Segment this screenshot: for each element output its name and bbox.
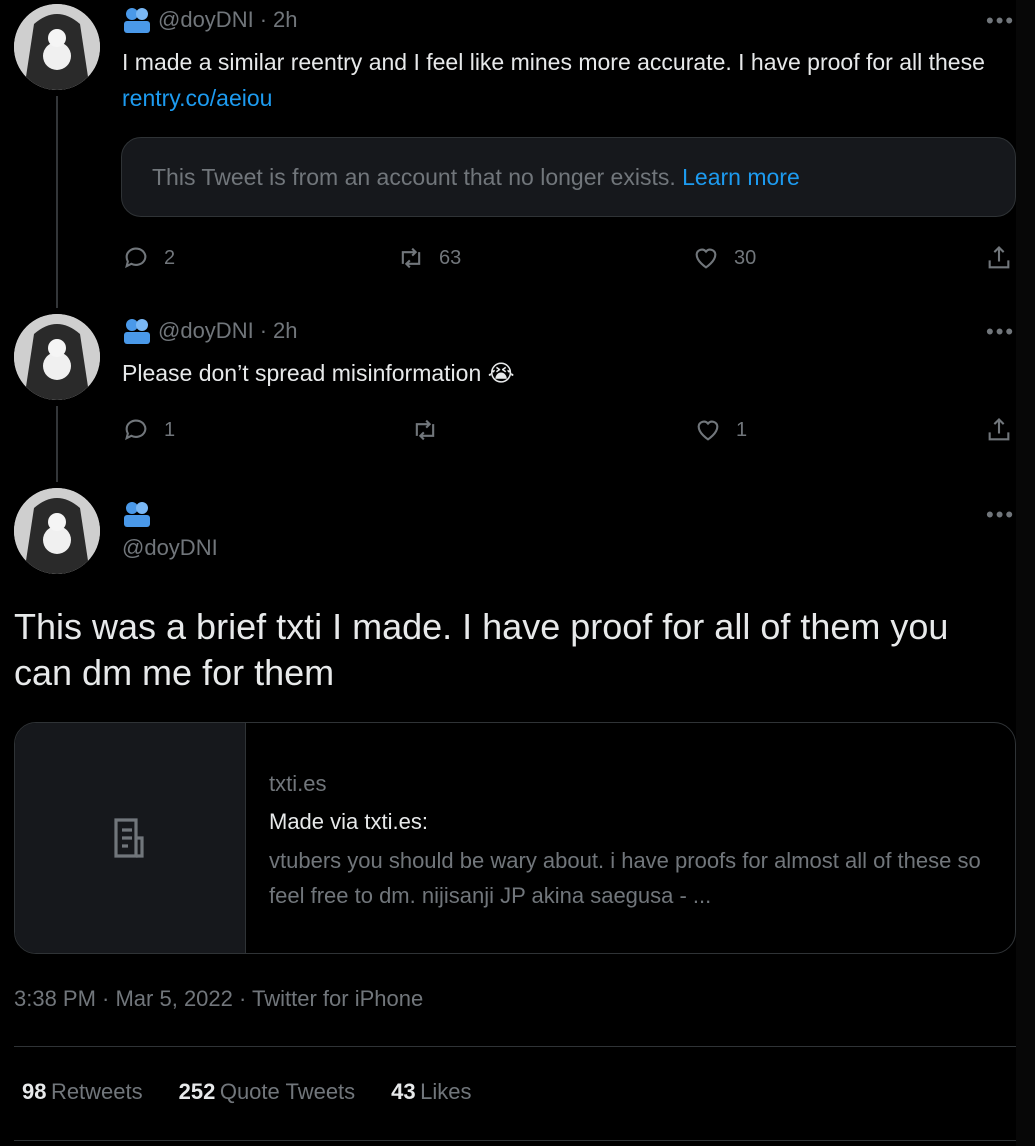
divider	[14, 1140, 1016, 1141]
handle[interactable]: @doyDNI	[158, 7, 254, 33]
like-count: 30	[734, 246, 757, 269]
card-title: Made via txti.es:	[269, 809, 428, 834]
tweet-text-body: Please don’t spread misinformation	[122, 360, 482, 386]
avatar[interactable]	[14, 4, 100, 90]
like-button[interactable]: 1	[694, 416, 747, 444]
reply-icon	[125, 247, 147, 269]
retweet-icon	[401, 247, 421, 269]
share-icon	[988, 246, 1010, 269]
more-horizontal-icon[interactable]: •••	[986, 8, 1015, 34]
avatar[interactable]	[14, 314, 100, 400]
tweet-header: @doyDNI · 2h	[122, 317, 298, 345]
quote-tombstone: This Tweet is from an account that no lo…	[121, 137, 1016, 217]
separator: ·	[259, 7, 268, 32]
quotes-count: 252	[178, 1079, 216, 1104]
thread-line	[56, 96, 58, 308]
share-button[interactable]	[985, 244, 1013, 272]
retweets-count: 98	[22, 1079, 47, 1104]
reply-icon	[125, 419, 147, 441]
retweet-icon	[415, 419, 435, 441]
card-media	[15, 723, 246, 953]
tweet-time[interactable]: 2h	[273, 7, 297, 33]
more-horizontal-icon[interactable]: •••	[986, 502, 1015, 528]
avatar[interactable]	[14, 488, 100, 574]
heart-icon	[697, 420, 719, 441]
reply-button[interactable]: 1	[122, 416, 175, 444]
users-badge-icon	[124, 319, 150, 344]
like-button[interactable]: 30	[692, 244, 756, 272]
divider	[14, 1046, 1016, 1047]
likes-label: Likes	[420, 1079, 472, 1104]
tweet-time[interactable]: 2h	[273, 318, 297, 344]
tweet-timestamp[interactable]: 3:38 PM · Mar 5, 2022 · Twitter for iPho…	[14, 986, 423, 1012]
tweet-text-body: I made a similar reentry and I feel like…	[122, 49, 985, 75]
likes-stat[interactable]: 43 Likes	[391, 1079, 471, 1105]
tombstone-text: This Tweet is from an account that no lo…	[152, 164, 683, 190]
heart-icon	[695, 248, 717, 269]
tweet-text: Please don’t spread misinformation 😭	[122, 355, 1012, 391]
tweet-link[interactable]: rentry.co/aeiou	[122, 85, 272, 111]
document-icon	[114, 818, 144, 858]
quotes-stat[interactable]: 252 Quote Tweets	[179, 1079, 356, 1105]
card-description: vtubers you should be wary about. i have…	[269, 848, 981, 908]
reply-count: 1	[164, 418, 176, 441]
main-tweet-text: This was a brief txti I made. I have pro…	[14, 606, 949, 693]
retweets-stat[interactable]: 98 Retweets	[22, 1079, 143, 1105]
card-domain: txti.es	[269, 771, 327, 796]
share-icon	[988, 418, 1010, 441]
users-badge-icon	[124, 8, 150, 33]
reply-count: 2	[164, 246, 176, 269]
tweet-text: I made a similar reentry and I feel like…	[122, 44, 1012, 116]
reply-button[interactable]: 2	[122, 244, 175, 272]
retweet-button[interactable]	[411, 416, 453, 444]
retweets-label: Retweets	[50, 1079, 143, 1104]
likes-count: 43	[391, 1079, 416, 1104]
crying-emoji: 😭	[487, 360, 515, 386]
thread-line	[56, 406, 58, 482]
share-button[interactable]	[985, 416, 1013, 444]
retweet-button[interactable]: 63	[397, 244, 461, 272]
link-card[interactable]: txti.es Made via txti.es: vtubers you sh…	[14, 722, 1016, 954]
retweet-count: 63	[439, 246, 462, 269]
tweet-stats: 98 Retweets 252 Quote Tweets 43 Likes	[22, 1079, 471, 1105]
separator: ·	[259, 318, 268, 343]
quotes-label: Quote Tweets	[219, 1079, 356, 1104]
handle[interactable]: @doyDNI	[122, 535, 218, 561]
like-count: 1	[736, 418, 748, 441]
more-horizontal-icon[interactable]: •••	[986, 319, 1015, 345]
sidebar-edge	[1016, 0, 1035, 1146]
handle[interactable]: @doyDNI	[158, 318, 254, 344]
tweet-header: @doyDNI · 2h	[122, 6, 298, 34]
users-badge-icon	[124, 502, 150, 527]
learn-more-link[interactable]: Learn more	[682, 164, 800, 190]
